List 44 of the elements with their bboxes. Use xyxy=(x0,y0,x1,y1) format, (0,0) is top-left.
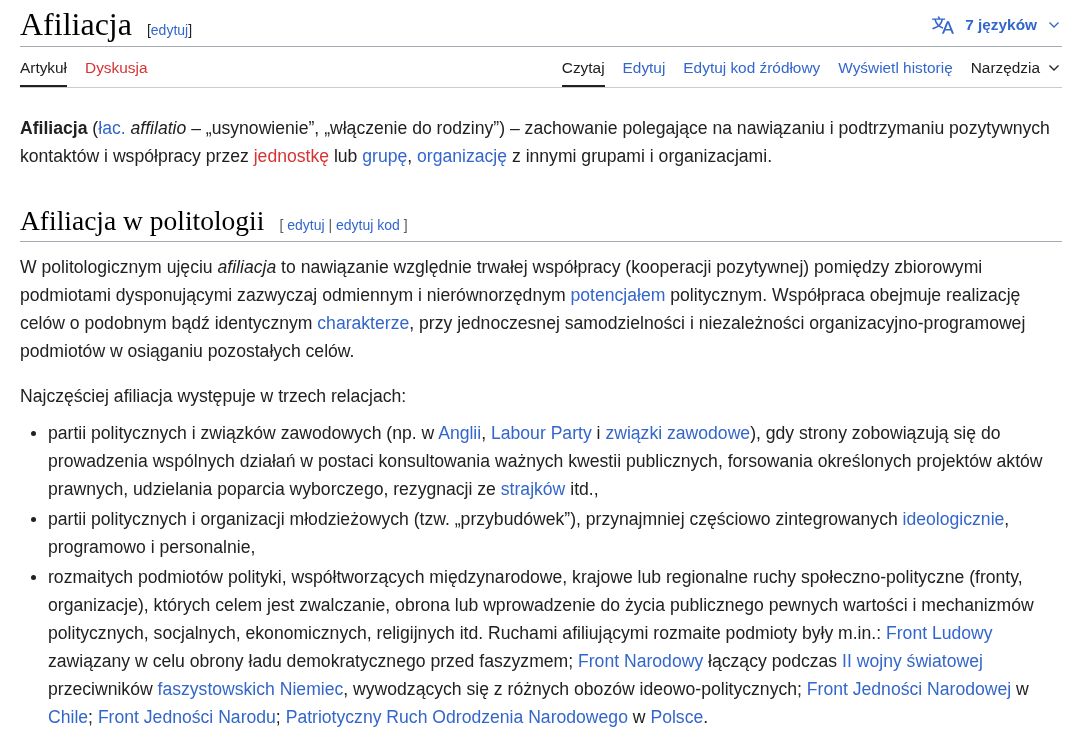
link[interactable]: charakterze xyxy=(317,313,410,333)
link[interactable]: faszystowskich Niemiec xyxy=(157,679,344,699)
bullet-icon xyxy=(31,575,36,580)
tab[interactable]: Czytaj xyxy=(561,47,605,87)
link[interactable]: ideologicznie xyxy=(902,509,1005,529)
link[interactable]: grupę xyxy=(362,146,408,166)
link[interactable]: Anglii xyxy=(438,423,482,443)
bullet-icon xyxy=(31,517,36,522)
link[interactable]: związki zawodowe xyxy=(605,423,751,443)
paragraph: Najczęściej afiliacja występuje w trzech relacjach: xyxy=(20,385,408,408)
chevron-down-icon xyxy=(1048,63,1060,72)
link[interactable]: strajków xyxy=(500,479,566,499)
link[interactable]: jednostkę xyxy=(253,146,330,166)
language-icon xyxy=(932,16,955,34)
link[interactable]: II wojny światowej xyxy=(842,651,983,671)
edit-links: [ edytuj | edytuj kod ] xyxy=(279,217,408,233)
tab[interactable]: Wyświetl historię xyxy=(838,47,953,87)
link[interactable]: Front Ludowy xyxy=(886,623,993,643)
link[interactable]: łac. xyxy=(98,118,126,138)
tab[interactable]: Artykuł xyxy=(20,47,68,87)
tab[interactable]: Edytuj kod źródłowy xyxy=(683,47,821,87)
language-button[interactable]: 7 języków xyxy=(932,16,1060,34)
dropdown-button[interactable]: Narzędzia xyxy=(970,47,1060,87)
link[interactable]: edytuj xyxy=(287,217,325,233)
link[interactable]: Chile xyxy=(48,707,89,727)
link[interactable]: Front Narodowy xyxy=(578,651,704,671)
link[interactable]: edytuj kod xyxy=(335,217,400,233)
paragraph: W politologicznym ujęciu afiliacja to nawiązanie względnie trwałej współpracy (kooperacji pozytywnej) pomiędzy zbiorowymi podmiotami dysponującymi zazwyczaj odmiennym i nierównorzędnym potencjałem politycznym. Współpraca obejmuje realizację celów o podobnym bądź identycznym charakterze, przy jednoczesnej samodzielności i niezależności organizacyjno-programowej podmiotów w osiąganiu pozostałych celów. xyxy=(20,256,1027,363)
edit-links: [edytuj] xyxy=(146,22,193,38)
tab[interactable]: Edytuj xyxy=(622,47,666,87)
page-title: Afiliacja xyxy=(20,5,132,44)
link[interactable]: organizację xyxy=(417,146,508,166)
link[interactable]: potencjałem xyxy=(570,285,666,305)
bullet-icon xyxy=(31,431,36,436)
link[interactable]: Labour Party xyxy=(490,423,592,443)
chevron-down-icon xyxy=(1048,21,1060,29)
link[interactable]: Patriotyczny Ruch Odrodzenia Narodowego xyxy=(285,707,628,727)
paragraph: Afiliacja (łac. affilatio – „usynowienie”, „włączenie do rodziny”) – zachowanie polegające na nawiązaniu i podtrzymaniu pozytywnych kontaktów i współpracy przez jednostkę lub grupę, organizację z innymi grupami i organizacjami. xyxy=(20,117,1051,168)
link[interactable]: Front Jedności Narodowej xyxy=(806,679,1012,699)
link[interactable]: Polsce xyxy=(650,707,704,727)
link[interactable]: Front Jedności Narodu xyxy=(97,707,276,727)
list-item-text: rozmaitych podmiotów polityki, współtworzących międzynarodowe, krajowe lub regionalne ruchy społeczno-polityczne (fronty, organizacje), których celem jest zwalczanie, obrona lub wprowadzenie do życia publicznego pewnych wartości i mechanizmów politycznych, socjalnych, ekonomicznych, religijnych itd. Ruchami afiliującymi rozmaite podmioty były m.in.: Front Ludowy zawiązany w celu obrony ładu demokratycznego przed faszyzmem; Front Narodowy łączący podczas II wojny światowej przeciwników faszystowskich Niemiec, wywodzących się z różnych obozów ideowo-politycznych; Front Jedności Narodowej w Chile; Front Jedności Narodu; Patriotyczny Ruch Odrodzenia Narodowego w Polsce. xyxy=(48,566,1035,729)
tab[interactable]: Dyskusja xyxy=(85,47,148,87)
section-heading: Afiliacja w politologii xyxy=(20,204,265,238)
